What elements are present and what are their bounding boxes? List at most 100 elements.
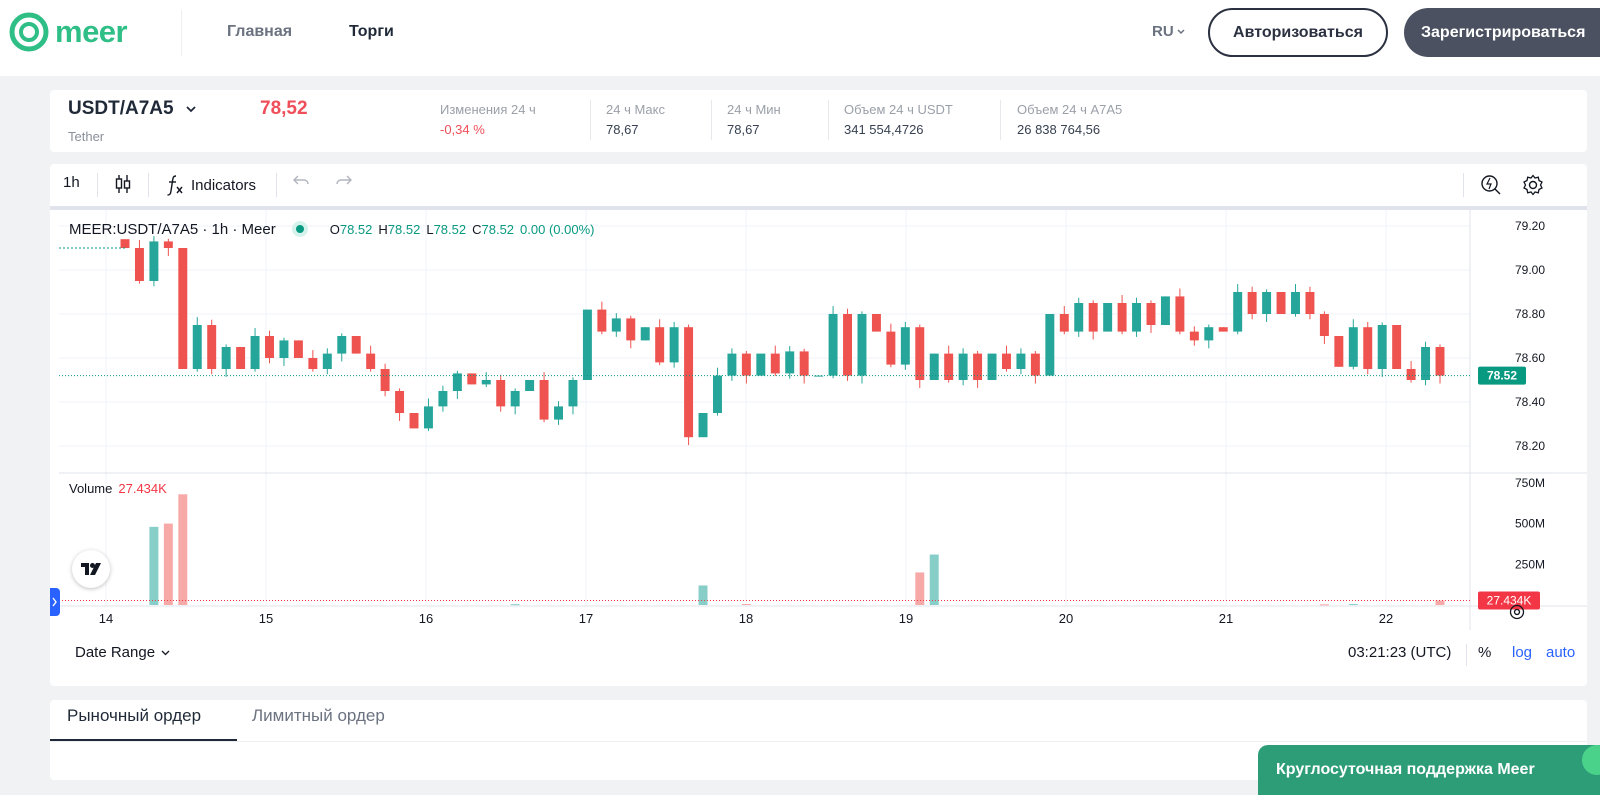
chart-bottom-bar: Date Range 03:21:23 (UTC) % log auto	[50, 638, 1587, 678]
price-tick-label: 78.20	[1515, 439, 1545, 453]
auto-scale-button[interactable]: auto	[1546, 644, 1575, 661]
date-range-button[interactable]: Date Range	[75, 644, 170, 661]
candle-body	[496, 380, 506, 407]
candle-body	[1233, 292, 1243, 332]
candle-body	[1045, 314, 1055, 376]
price-tick-label: 78.80	[1515, 307, 1545, 321]
redo-button[interactable]	[335, 174, 353, 188]
candle-body	[510, 391, 520, 407]
gear-icon-center	[1513, 608, 1521, 616]
candle-body	[120, 239, 130, 248]
candle-body	[857, 314, 867, 376]
tradingview-logo[interactable]	[72, 550, 110, 588]
undo-button[interactable]	[292, 174, 310, 188]
candle-body	[582, 309, 592, 380]
candle-body	[1406, 369, 1416, 380]
utc-clock[interactable]: 03:21:23 (UTC)	[1348, 644, 1451, 661]
percent-scale-button[interactable]: %	[1478, 644, 1491, 661]
stat-volume-a7a5: Объем 24 ч A7A5 26 838 764,56	[1017, 102, 1122, 137]
volume-tick-label: 500M	[1515, 517, 1545, 531]
candle-body	[785, 351, 795, 374]
stat-volume-usdt: Объем 24 ч USDT 341 554,4726	[844, 102, 953, 137]
candle-body	[178, 248, 188, 369]
support-chat-button[interactable]: Круглосуточная поддержка Meer	[1258, 745, 1600, 795]
tab-market-order[interactable]: Рыночный ордер	[67, 706, 201, 726]
pair-name: USDT/A7A5	[68, 98, 174, 119]
volume-value: 27.434K	[118, 481, 167, 496]
ohlc-values: O78.52 H78.52 L78.52 C78.52 0.00 (0.00%)	[330, 222, 595, 237]
candle-body	[452, 373, 462, 391]
candlestick-chart[interactable]: 79.20 79.00 78.80 78.60 78.40 78.20 78.52 750M 5…	[50, 210, 1587, 638]
candle-body	[481, 380, 491, 385]
chart-type-button[interactable]	[114, 174, 132, 194]
candle-body	[279, 340, 289, 358]
candle-body	[655, 327, 665, 363]
candle-body	[1421, 347, 1431, 380]
pair-selector[interactable]: USDT/A7A5	[68, 98, 196, 120]
volume-bar	[1435, 600, 1445, 605]
settings-button[interactable]	[1522, 174, 1544, 196]
top-navbar: meer Главная Торги RU Авторизоваться Зар…	[0, 0, 1600, 76]
candle-body	[322, 353, 332, 369]
candle-body	[597, 309, 607, 332]
candle-body	[539, 380, 549, 420]
logo-text: meer	[55, 14, 128, 49]
candle-body	[770, 353, 780, 374]
candle-body	[236, 347, 246, 369]
candle-body	[1146, 303, 1156, 325]
volume-legend: Volume 27.434K	[69, 481, 167, 496]
candle-body	[1132, 303, 1142, 332]
candle-body	[337, 336, 347, 354]
stat-value: 78,67	[727, 122, 760, 137]
toolbar-divider	[148, 173, 149, 197]
candle-body	[1392, 325, 1402, 369]
pair-subtitle: Tether	[68, 129, 105, 144]
time-tick-label: 22	[1379, 611, 1393, 626]
volume-bar	[163, 523, 173, 605]
tab-limit-order[interactable]: Лимитный ордер	[252, 706, 385, 726]
candle-body	[900, 327, 910, 365]
candle-body	[799, 351, 809, 376]
time-tick-label: 21	[1219, 611, 1233, 626]
quick-search-button[interactable]	[1480, 174, 1502, 196]
nav-link-trading[interactable]: Торги	[349, 23, 394, 41]
candle-body	[1117, 303, 1127, 332]
time-tick-label: 17	[579, 611, 593, 626]
stat-divider	[711, 100, 712, 140]
candle-body	[843, 314, 853, 376]
candle-body	[438, 391, 448, 407]
candle-body	[265, 336, 274, 358]
candle-body	[1291, 292, 1300, 314]
nav-link-home[interactable]: Главная	[227, 23, 292, 41]
language-selector[interactable]: RU	[1152, 23, 1185, 40]
indicators-label: Indicators	[191, 176, 257, 194]
login-button[interactable]: Авторизоваться	[1208, 8, 1388, 57]
logo-mark-icon	[9, 12, 49, 52]
sidebar-toggle[interactable]	[50, 588, 60, 616]
candle-body	[1435, 347, 1445, 376]
log-scale-button[interactable]: log	[1512, 644, 1532, 661]
candle-body	[525, 380, 535, 391]
interval-button[interactable]: 1h	[63, 174, 80, 191]
last-volume-label: 27.434K	[1487, 594, 1532, 608]
stat-value: 78,67	[606, 122, 639, 137]
time-tick-label: 18	[739, 611, 753, 626]
undo-icon	[293, 175, 309, 185]
candle-body	[1348, 327, 1358, 367]
stat-change-24h: Изменения 24 ч -0,34 %	[440, 102, 536, 137]
chevron-down-icon	[161, 650, 170, 655]
register-button[interactable]: Зарегистрироваться	[1404, 8, 1600, 57]
indicators-button[interactable]: Indicators	[165, 174, 256, 196]
stat-label: Объем 24 ч A7A5	[1017, 102, 1123, 117]
chevron-down-icon	[185, 105, 196, 112]
candle-body	[568, 380, 578, 407]
candle-body	[293, 340, 303, 358]
candle-body	[221, 347, 231, 369]
volume-bar	[149, 526, 159, 605]
ohlc-key: L	[426, 221, 434, 237]
candle-body	[756, 353, 766, 376]
candle-body	[640, 327, 650, 341]
last-price-label: 78.52	[1487, 369, 1517, 383]
price-axis: 79.20 79.00 78.80 78.60 78.40 78.20 78.52	[1478, 219, 1545, 453]
logo[interactable]: meer	[9, 12, 128, 52]
